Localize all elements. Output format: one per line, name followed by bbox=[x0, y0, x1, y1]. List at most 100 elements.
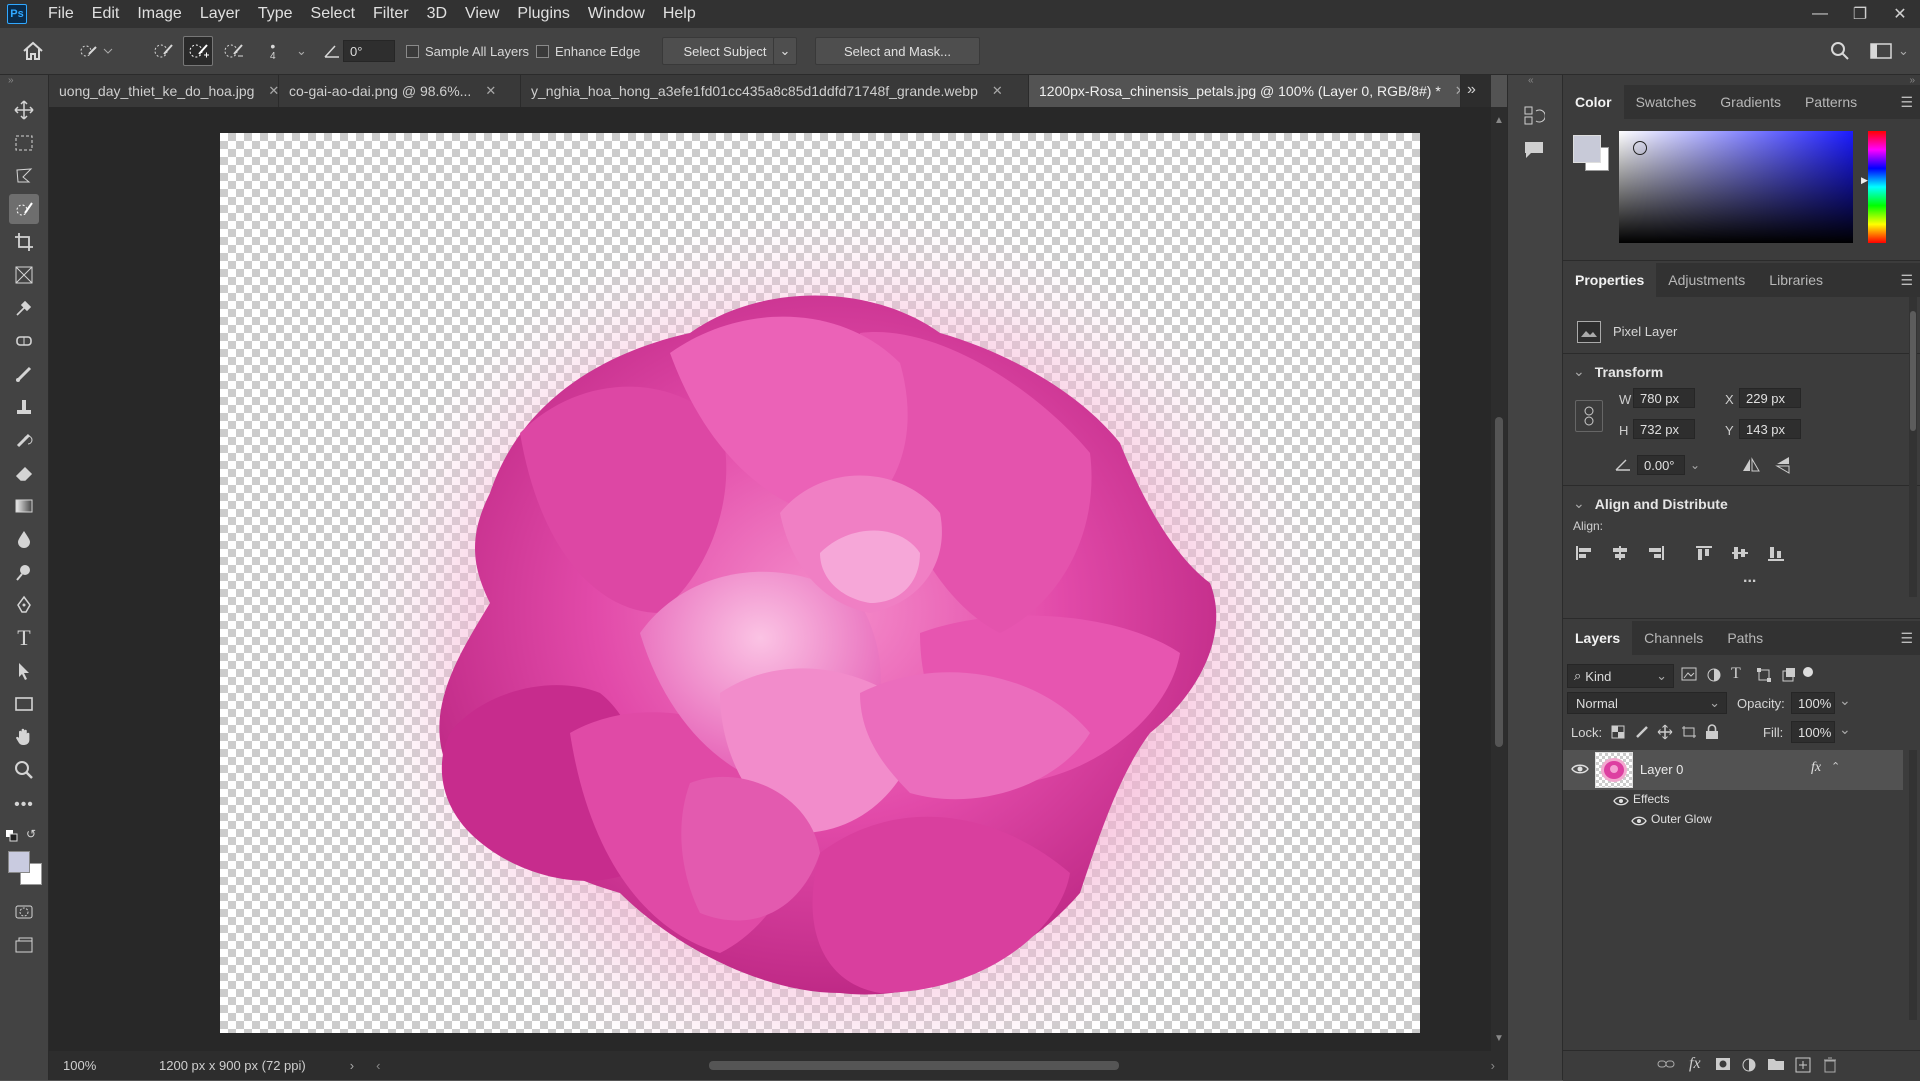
layer-effects-fx-icon[interactable]: fx bbox=[1811, 760, 1821, 776]
menu-file[interactable]: File bbox=[39, 0, 83, 28]
filter-type-icon[interactable]: T bbox=[1731, 665, 1741, 683]
tab-properties[interactable]: Properties bbox=[1563, 263, 1657, 297]
angle-field[interactable]: 0.00° bbox=[1637, 455, 1685, 475]
close-tab-icon[interactable]: ✕ bbox=[1455, 83, 1460, 99]
brush-tool-icon[interactable] bbox=[9, 359, 39, 389]
swap-colors-icon[interactable]: ↺ bbox=[26, 827, 36, 841]
opacity-slider-chevron-icon[interactable]: ⌄ bbox=[1839, 692, 1851, 709]
foreground-swatch-front[interactable] bbox=[1573, 135, 1601, 163]
tab-swatches[interactable]: Swatches bbox=[1624, 85, 1709, 119]
screen-mode-icon[interactable] bbox=[9, 931, 39, 961]
layers-scrollbar[interactable] bbox=[1909, 750, 1917, 1020]
quick-selection-tool-icon[interactable] bbox=[9, 194, 39, 224]
canvas-area[interactable] bbox=[49, 107, 1491, 1051]
filter-pixel-icon[interactable] bbox=[1681, 667, 1697, 681]
tab-color[interactable]: Color bbox=[1563, 85, 1624, 119]
height-field[interactable]: 732 px bbox=[1633, 419, 1695, 439]
workspace-chevron-icon[interactable]: ⌄ bbox=[1898, 28, 1909, 74]
new-layer-icon[interactable] bbox=[1795, 1057, 1811, 1073]
dodge-tool-icon[interactable] bbox=[9, 557, 39, 587]
fill-slider-chevron-icon[interactable]: ⌄ bbox=[1839, 721, 1851, 738]
transform-section-header[interactable]: ⌄ Transform bbox=[1573, 363, 1663, 380]
default-colors-icon[interactable] bbox=[6, 829, 18, 845]
scroll-up-icon[interactable]: ▲ bbox=[1494, 115, 1504, 126]
layer-name[interactable]: Layer 0 bbox=[1640, 762, 1683, 777]
zoom-tool-icon[interactable] bbox=[9, 755, 39, 785]
delete-layer-trash-icon[interactable] bbox=[1823, 1057, 1837, 1073]
tab-gradients[interactable]: Gradients bbox=[1708, 85, 1793, 119]
link-dimensions-icon[interactable] bbox=[1575, 400, 1603, 432]
adjustment-layer-icon[interactable] bbox=[1741, 1057, 1757, 1073]
align-top-icon[interactable] bbox=[1695, 545, 1713, 561]
effects-visibility-eye-icon[interactable] bbox=[1613, 794, 1629, 810]
subtract-from-selection-icon[interactable] bbox=[220, 28, 246, 74]
path-selection-tool-icon[interactable] bbox=[9, 656, 39, 686]
align-left-icon[interactable] bbox=[1575, 545, 1593, 561]
sample-all-layers-checkbox[interactable]: Sample All Layers bbox=[406, 28, 529, 74]
eraser-tool-icon[interactable] bbox=[9, 458, 39, 488]
status-menu-chevron-icon[interactable]: › bbox=[350, 1058, 354, 1073]
lock-position-icon[interactable] bbox=[1657, 724, 1673, 740]
eyedropper-tool-icon[interactable] bbox=[9, 293, 39, 323]
angle-field[interactable]: 0° bbox=[343, 40, 395, 62]
document-canvas[interactable] bbox=[220, 133, 1420, 1033]
properties-scrollbar-thumb[interactable] bbox=[1910, 311, 1916, 431]
more-tools-icon[interactable]: ••• bbox=[9, 790, 39, 820]
workspace-icon[interactable] bbox=[1870, 28, 1892, 74]
foreground-color-swatch[interactable] bbox=[8, 851, 30, 873]
align-section-header[interactable]: ⌄ Align and Distribute bbox=[1573, 495, 1728, 512]
add-to-selection-icon[interactable] bbox=[183, 28, 213, 74]
fill-field[interactable]: 100% bbox=[1791, 721, 1835, 743]
outer-glow-visibility-eye-icon[interactable] bbox=[1631, 814, 1647, 830]
menu-view[interactable]: View bbox=[456, 0, 508, 28]
align-bottom-icon[interactable] bbox=[1767, 545, 1785, 561]
quick-mask-icon[interactable] bbox=[9, 897, 39, 927]
panel-menu-icon[interactable]: ☰ bbox=[1900, 94, 1913, 111]
lock-image-pixels-icon[interactable] bbox=[1635, 725, 1649, 739]
home-icon[interactable] bbox=[22, 28, 44, 74]
blend-mode-select[interactable]: Normal ⌄ bbox=[1567, 692, 1727, 714]
color-picker-marker[interactable] bbox=[1633, 141, 1647, 155]
healing-brush-tool-icon[interactable] bbox=[9, 326, 39, 356]
zoom-level[interactable]: 100% bbox=[63, 1058, 129, 1073]
align-right-icon[interactable] bbox=[1647, 545, 1665, 561]
tab-document-2[interactable]: co-gai-ao-dai.png @ 98.6%... ✕ bbox=[279, 75, 521, 107]
close-tab-icon[interactable]: ✕ bbox=[485, 83, 496, 99]
checkbox-box[interactable] bbox=[536, 44, 549, 58]
menu-select[interactable]: Select bbox=[302, 0, 364, 28]
outer-glow-effect-row[interactable]: Outer Glow bbox=[1595, 810, 1903, 830]
lock-all-icon[interactable] bbox=[1705, 724, 1719, 740]
color-field[interactable] bbox=[1619, 131, 1853, 243]
more-options-icon[interactable]: ... bbox=[1743, 569, 1756, 587]
close-tab-icon[interactable]: ✕ bbox=[268, 83, 278, 99]
panel-menu-icon[interactable]: ☰ bbox=[1900, 630, 1913, 647]
y-field[interactable]: 143 px bbox=[1739, 419, 1801, 439]
menu-window[interactable]: Window bbox=[579, 0, 654, 28]
select-subject-dropdown-icon[interactable]: ⌄ bbox=[773, 37, 797, 65]
flip-horizontal-icon[interactable] bbox=[1741, 457, 1761, 473]
frame-tool-icon[interactable] bbox=[9, 260, 39, 290]
link-layers-icon[interactable] bbox=[1657, 1057, 1675, 1071]
chevron-down-icon[interactable]: ⌄ bbox=[1573, 363, 1585, 380]
lasso-tool-icon[interactable] bbox=[9, 161, 39, 191]
marquee-tool-icon[interactable] bbox=[9, 128, 39, 158]
layer-filter-kind-select[interactable]: ⌕ Kind ⌄ bbox=[1567, 664, 1674, 688]
menu-edit[interactable]: Edit bbox=[83, 0, 129, 28]
layer-thumbnail[interactable] bbox=[1595, 752, 1633, 788]
pen-tool-icon[interactable] bbox=[9, 590, 39, 620]
collapse-toolbar-icon[interactable]: » bbox=[8, 75, 14, 86]
gradient-tool-icon[interactable] bbox=[9, 491, 39, 521]
tab-document-1[interactable]: uong_day_thiet_ke_do_hoa.jpg ✕ bbox=[49, 75, 279, 107]
horizontal-scrollbar-thumb[interactable] bbox=[709, 1061, 1119, 1070]
add-mask-icon[interactable] bbox=[1715, 1057, 1731, 1071]
history-brush-tool-icon[interactable] bbox=[9, 425, 39, 455]
tab-adjustments[interactable]: Adjustments bbox=[1656, 263, 1757, 297]
menu-layer[interactable]: Layer bbox=[191, 0, 249, 28]
new-group-folder-icon[interactable] bbox=[1767, 1057, 1785, 1071]
angle-dropdown-icon[interactable]: ⌄ bbox=[1687, 455, 1703, 475]
flip-vertical-icon[interactable] bbox=[1775, 455, 1791, 475]
scroll-right-icon[interactable]: › bbox=[1491, 1058, 1495, 1073]
effects-row[interactable]: Effects bbox=[1595, 790, 1903, 810]
brush-size-picker[interactable]: • 4 bbox=[270, 28, 276, 74]
document-info[interactable]: 1200 px x 900 px (72 ppi) bbox=[159, 1058, 306, 1073]
